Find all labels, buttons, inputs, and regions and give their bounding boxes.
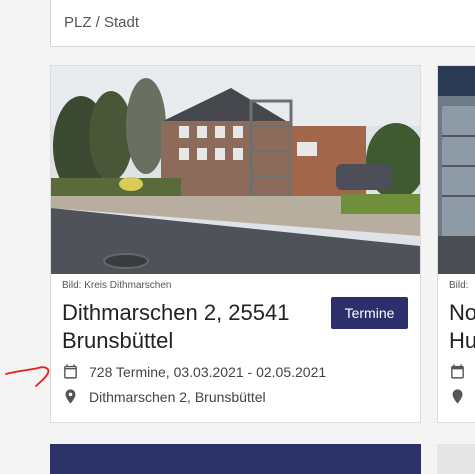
title-line-1: Dithmarschen 2, 25541 (62, 300, 290, 325)
image-caption-2: Bild: (449, 280, 469, 291)
appointments-text: 728 Termine, 03.03.2021 - 02.05.2021 (89, 363, 327, 380)
next-card-top (50, 444, 421, 474)
location-pin-icon (452, 389, 463, 404)
vaccination-center-card[interactable]: Bild: Kreis Dithmarschen Dithmarschen 2,… (50, 65, 421, 423)
title-2-line-2: Hu (449, 328, 475, 353)
calendar-icon (451, 364, 464, 379)
title-line-2: Brunsbüttel (62, 328, 174, 353)
location-title-2: No Hu (449, 299, 475, 355)
vaccination-center-card-2[interactable]: Bild: No Hu (437, 65, 475, 423)
location-title: Dithmarschen 2, 25541 Brunsbüttel (62, 299, 322, 355)
termine-button[interactable]: Termine (331, 297, 408, 329)
title-2-line-1: No (449, 300, 475, 325)
handwritten-annotation-mark (5, 366, 50, 387)
address-info: Dithmarschen 2, Brunsbüttel (62, 388, 266, 405)
location-pin-icon (65, 389, 76, 404)
calendar-icon (64, 364, 77, 379)
location-photo-2 (438, 66, 475, 274)
next-card-top-2 (437, 444, 475, 474)
appointments-info-2 (449, 363, 475, 380)
appointments-info: 728 Termine, 03.03.2021 - 02.05.2021 (62, 363, 326, 380)
location-photo (51, 66, 420, 274)
address-info-2 (449, 388, 475, 405)
search-input[interactable] (51, 0, 475, 46)
location-search-field[interactable] (50, 0, 475, 47)
address-text: Dithmarschen 2, Brunsbüttel (89, 388, 266, 405)
image-caption: Bild: Kreis Dithmarschen (62, 280, 172, 291)
